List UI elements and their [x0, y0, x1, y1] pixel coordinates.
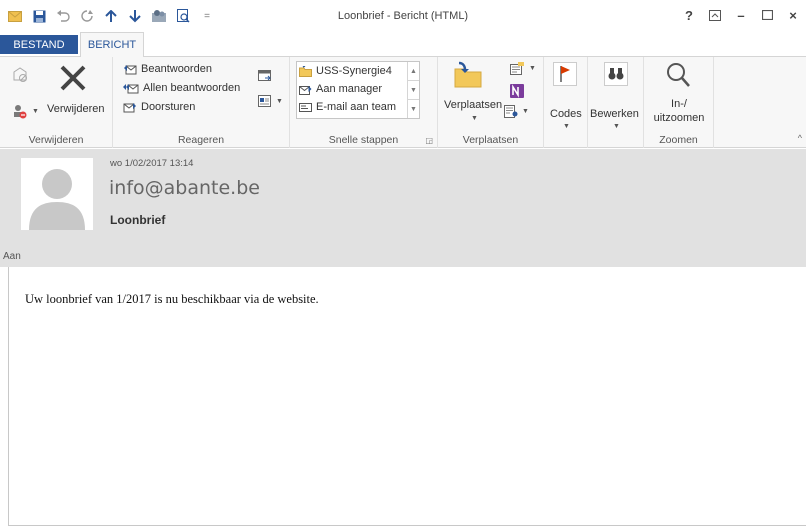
cleanup-icon: [14, 105, 27, 119]
group-reageren: Beantwoorden Allen beantwoorden Doorstur…: [113, 57, 290, 148]
reply-label: Beantwoorden: [141, 63, 212, 75]
flag-icon: [553, 62, 577, 86]
scroll-down-icon[interactable]: ▼: [408, 81, 419, 100]
move-folder-icon: [454, 61, 482, 88]
chevron-down-icon: ▼: [32, 107, 39, 115]
team-email-icon: [299, 102, 312, 112]
forward-button[interactable]: Doorsturen: [123, 101, 195, 113]
window-controls: ? – ×: [676, 4, 806, 26]
chevron-down-icon: ▼: [529, 65, 536, 72]
reply-button[interactable]: Beantwoorden: [123, 63, 212, 75]
move-label[interactable]: Verplaatsen: [444, 99, 502, 111]
quick-step-label: USS-Synergie4: [316, 65, 392, 77]
delete-button[interactable]: [58, 63, 88, 93]
forward-icon: [123, 103, 136, 113]
more-respond-icon: [258, 95, 271, 107]
meeting-reply-button[interactable]: [258, 69, 272, 82]
group-label-verwijderen: Verwijderen: [28, 134, 84, 146]
bewerken-label: Bewerken: [590, 108, 639, 120]
to-manager-icon: [299, 85, 312, 95]
quick-steps-gallery[interactable]: USS-Synergie4 Aan manager E-mail aan tea…: [296, 61, 420, 119]
zoom-label-line2: uitzoomen: [653, 112, 705, 124]
group-zoomen: In-/ uitzoomen Zoomen: [644, 57, 714, 148]
chevron-down-icon: ▼: [522, 108, 529, 115]
chevron-down-icon: ▼: [276, 98, 283, 105]
to-label: Aan: [3, 251, 21, 262]
ribbon-tabs: BESTAND BERICHT: [0, 32, 806, 57]
forward-label: Doorsturen: [141, 101, 196, 113]
chevron-down-icon: ▼: [613, 123, 620, 130]
scroll-up-icon[interactable]: ▲: [408, 62, 419, 81]
reply-all-label: Allen beantwoorden: [143, 82, 241, 94]
delete-x-icon: [60, 65, 86, 91]
move-button[interactable]: [453, 61, 483, 89]
title-bar: = Loonbrief - Bericht (HTML) ? – ×: [0, 0, 806, 32]
chevron-down-icon: ▼: [471, 115, 478, 122]
tab-bestand[interactable]: BESTAND: [0, 35, 78, 54]
tab-bericht[interactable]: BERICHT: [80, 32, 144, 57]
maximize-button[interactable]: [754, 4, 780, 26]
message-sender[interactable]: info@abante.be: [109, 177, 260, 199]
actions-icon: [504, 105, 518, 118]
message-body[interactable]: Uw loonbrief van 1/2017 is nu beschikbaa…: [8, 267, 806, 526]
group-snelle-stappen: USS-Synergie4 Aan manager E-mail aan tea…: [290, 57, 438, 148]
quick-step-label: Aan manager: [316, 83, 383, 95]
zoom-label[interactable]: In-/ uitzoomen: [644, 97, 714, 125]
group-codes[interactable]: Codes ▼: [544, 57, 588, 148]
quick-step-item[interactable]: USS-Synergie4: [297, 62, 419, 80]
flag-button[interactable]: [553, 62, 577, 86]
zoom-label-line1: In-/: [671, 98, 687, 110]
find-button[interactable]: [604, 62, 628, 86]
onenote-button[interactable]: [510, 84, 524, 98]
actions-button[interactable]: ▼: [504, 105, 529, 118]
close-button[interactable]: ×: [780, 4, 806, 26]
codes-label: Codes: [550, 108, 582, 120]
message-body-text: Uw loonbrief van 1/2017 is nu beschikbaa…: [25, 292, 319, 306]
delete-label[interactable]: Verwijderen: [47, 103, 104, 115]
ignore-icon: [13, 67, 27, 82]
quick-steps-scroll: ▲ ▼ ▼: [407, 62, 419, 118]
binoculars-icon: [604, 62, 628, 86]
group-verwijderen: ▼ Verwijderen Verwijderen: [0, 57, 113, 148]
message-header: wo 1/02/2017 13:14 info@abante.be Loonbr…: [0, 149, 806, 267]
magnifier-icon: [667, 63, 690, 87]
reply-all-icon: [123, 84, 139, 94]
more-reply-button[interactable]: ▼: [258, 95, 283, 108]
quick-step-label: E-mail aan team: [316, 101, 397, 113]
group-label-zoomen: Zoomen: [659, 134, 698, 146]
avatar: [21, 158, 93, 230]
meeting-icon: [258, 70, 271, 81]
more-quick-steps-icon[interactable]: ▼: [408, 100, 419, 118]
collapse-ribbon-icon[interactable]: ^: [798, 133, 802, 143]
help-button[interactable]: ?: [676, 4, 702, 26]
message-date: wo 1/02/2017 13:14: [110, 158, 194, 169]
group-label-reageren: Reageren: [177, 134, 225, 146]
quick-step-item[interactable]: E-mail aan team: [297, 98, 419, 116]
ignore-button[interactable]: [12, 67, 28, 83]
zoom-button[interactable]: [664, 61, 692, 89]
minimize-button[interactable]: –: [728, 4, 754, 26]
ribbon-display-options-button[interactable]: [702, 4, 728, 26]
message-subject: Loonbrief: [110, 213, 166, 227]
dialog-launcher-icon[interactable]: ◲: [425, 136, 433, 145]
reply-icon: [124, 65, 137, 75]
group-bewerken[interactable]: Bewerken ▼: [588, 57, 644, 148]
person-silhouette-icon: [21, 158, 93, 230]
group-label-verplaatsen: Verplaatsen: [462, 134, 519, 146]
folder-icon: [299, 65, 312, 77]
chevron-down-icon: ▼: [563, 123, 570, 130]
group-label-snelle-stappen: Snelle stappen: [328, 134, 399, 146]
group-verplaatsen: Verplaatsen ▼ ▼ ▼ Verplaatsen: [438, 57, 544, 148]
ribbon: ▼ Verwijderen Verwijderen Beantwoorden A…: [0, 56, 806, 148]
cleanup-button[interactable]: ▼: [12, 103, 39, 119]
rules-icon: [510, 62, 524, 75]
rules-button[interactable]: ▼: [510, 62, 536, 75]
onenote-icon: [510, 84, 524, 98]
reply-all-button[interactable]: Allen beantwoorden: [123, 82, 240, 94]
quick-step-item[interactable]: Aan manager: [297, 80, 419, 98]
